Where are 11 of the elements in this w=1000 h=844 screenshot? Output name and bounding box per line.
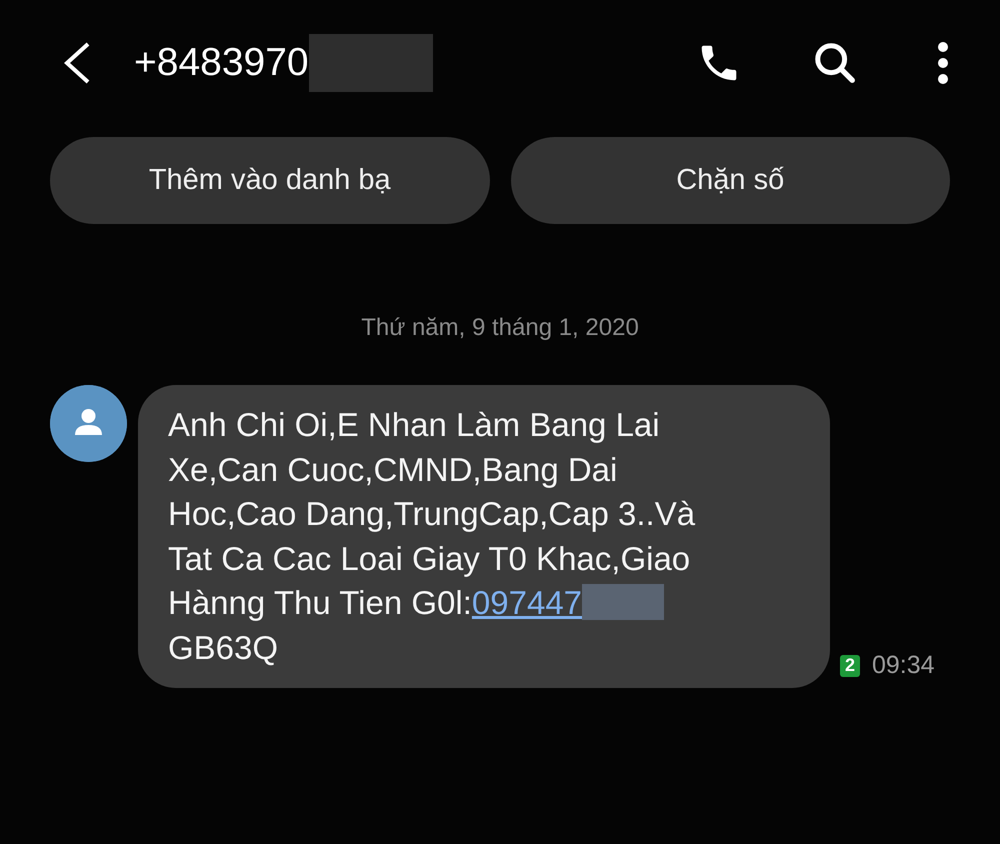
avatar-icon[interactable] (50, 385, 127, 462)
date-label: Thứ năm, 9 tháng 1, 2020 (360, 314, 640, 342)
sim-badge: 2 (840, 654, 860, 676)
phone-link[interactable]: 097447 (472, 584, 582, 621)
message-time: 09:34 (872, 651, 935, 680)
action-button[interactable]: Thêm vào danh bạ (50, 137, 490, 224)
action-button[interactable]: Chặn số (510, 137, 950, 224)
back-icon[interactable] (62, 40, 92, 84)
phone-number: +8483970 (134, 40, 309, 84)
more-icon[interactable] (936, 40, 950, 84)
message-text: Anh Chi Oi,E Nhan Làm Bang Lai Xe,Can Cuoc,CMND,Bang Dai Hoc,Cao Dang,TrungCap,Cap 3..Và Tat Ca Cac Loai Giay T0 Khac,Giao Hànng Thu Tien G0l:097447 GB63Q (168, 405, 696, 668)
